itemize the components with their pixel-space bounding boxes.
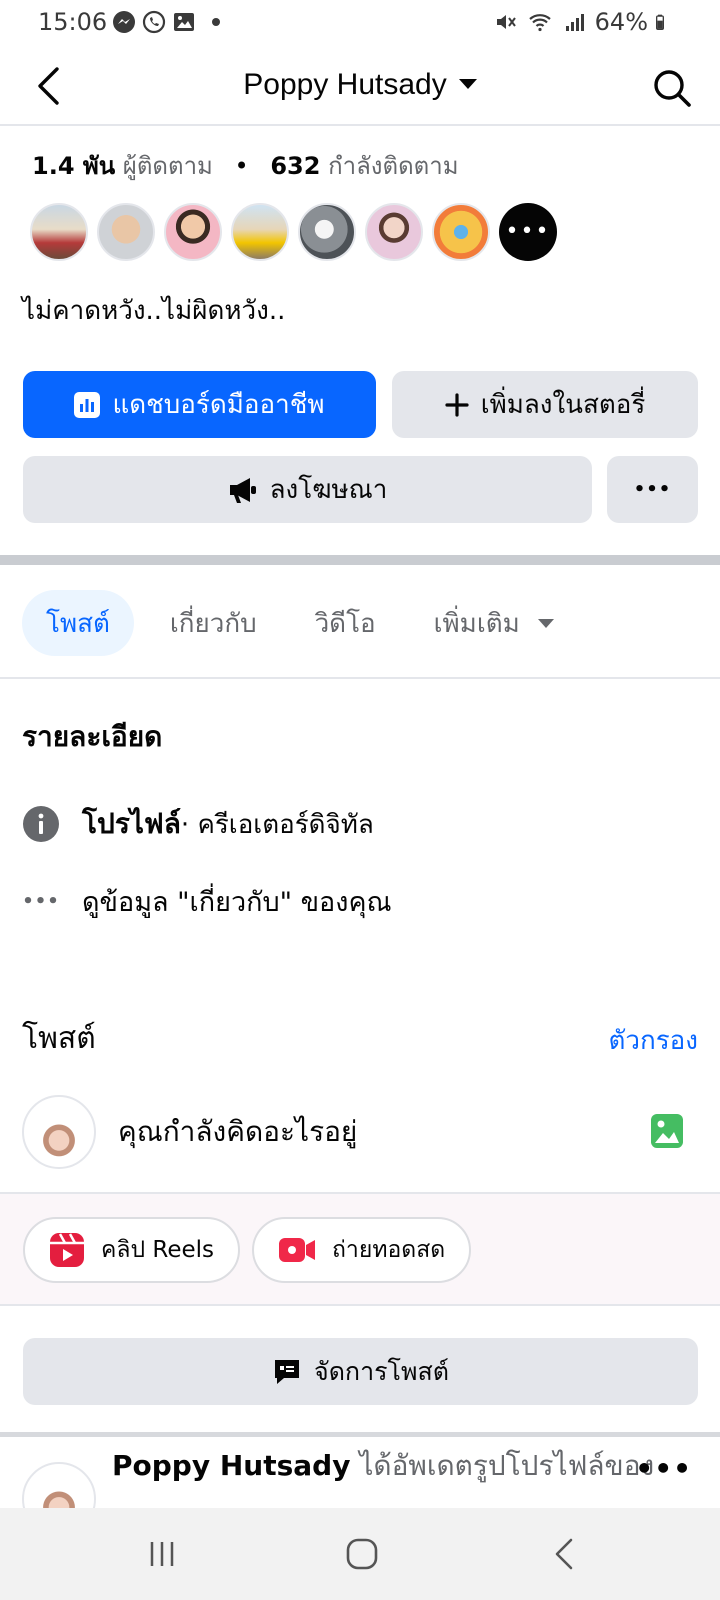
tab-videos[interactable]: วิดีโอ [291, 590, 400, 656]
friends-avatars-row: ••• [30, 203, 557, 261]
manage-posts-button[interactable]: จัดการโพสต์ [23, 1338, 698, 1405]
details-title: รายละเอียด [22, 720, 163, 753]
tab-more[interactable]: เพิ่มเติม [410, 590, 578, 656]
system-nav-bar [0, 1508, 720, 1600]
page-title: Poppy Hutsady [243, 68, 447, 101]
more-friends-button[interactable]: ••• [499, 203, 557, 261]
following-count: 632 [270, 152, 321, 180]
wifi-icon [528, 14, 551, 32]
status-time: 15:06 [38, 8, 108, 36]
gallery-icon [174, 13, 194, 31]
friend-avatar[interactable] [30, 203, 88, 261]
friend-avatar[interactable] [164, 203, 222, 261]
more-actions-button[interactable]: ••• [607, 456, 698, 523]
more-friends-label: ••• [505, 219, 551, 244]
plus-icon [445, 392, 469, 417]
search-icon[interactable] [652, 68, 692, 108]
filter-link[interactable]: ตัวกรอง [608, 1020, 698, 1061]
whatsapp-icon [142, 10, 166, 34]
mute-icon [496, 15, 516, 29]
post-action-text: ได้อัพเดตรูปโปรไฟล์ของ [350, 1449, 655, 1482]
info-icon [22, 805, 60, 843]
profile-label: โปรไฟล์ [82, 807, 181, 840]
friend-avatar[interactable] [432, 203, 490, 261]
caret-down-icon [458, 79, 477, 90]
tab-posts[interactable]: โพสต์ [22, 590, 134, 656]
battery-icon [656, 14, 664, 30]
more-dots-icon: ••• [22, 891, 60, 912]
go-live-button[interactable]: ถ่ายทอดสด [252, 1217, 472, 1283]
add-to-story-button[interactable]: เพิ่มลงในสตอรี่ [392, 371, 698, 438]
post-composer[interactable]: คุณกำลังคิดอะไรอยู่ [22, 1095, 698, 1169]
tab-label: โพสต์ [46, 608, 110, 639]
quick-actions-bar: คลิป Reels ถ่ายทอดสด [0, 1192, 720, 1306]
app-header: Poppy Hutsady [0, 50, 720, 126]
caret-down-icon [537, 618, 554, 628]
post-author[interactable]: Poppy Hutsady [112, 1449, 350, 1482]
friend-avatar[interactable] [365, 203, 423, 261]
posts-section-title: โพสต์ [22, 1021, 96, 1056]
friend-avatar[interactable] [231, 203, 289, 261]
separator-dot: • [234, 152, 249, 180]
megaphone-icon [229, 477, 256, 503]
advertise-button[interactable]: ลงโฆษณา [23, 456, 592, 523]
home-button[interactable] [338, 1530, 386, 1578]
see-about-row[interactable]: ••• ดูข้อมูล "เกี่ยวกับ" ของคุณ [22, 880, 392, 923]
follow-stats[interactable]: 1.4 พัน ผู้ติดตาม • 632 กำลังติดตาม [32, 146, 459, 185]
advertise-label: ลงโฆษณา [269, 475, 388, 505]
manage-posts-label: จัดการโพสต์ [314, 1356, 449, 1386]
chevron-left-icon [555, 1538, 573, 1570]
post-item[interactable]: Poppy Hutsady ได้อัพเดตรูปโปรไฟล์ของ ••• [0, 1434, 720, 1536]
post-headline: Poppy Hutsady ได้อัพเดตรูปโปรไฟล์ของ [112, 1444, 654, 1488]
reels-label: คลิป Reels [101, 1237, 215, 1263]
followers-label: ผู้ติดตาม [122, 152, 213, 180]
profile-category-row: โปรไฟล์ · ครีเอเตอร์ดิจิทัล [22, 802, 374, 846]
dashboard-icon [74, 391, 101, 418]
reels-icon [50, 1233, 84, 1267]
profile-tabs: โพสต์ เกี่ยวกับ วิดีโอ เพิ่มเติม [22, 590, 578, 656]
profile-category: · ครีเอเตอร์ดิจิทัล [180, 809, 374, 840]
reels-button[interactable]: คลิป Reels [23, 1217, 241, 1283]
home-icon [346, 1538, 378, 1570]
live-label: ถ่ายทอดสด [332, 1237, 446, 1263]
composer-prompt: คุณกำลังคิดอะไรอยู่ [118, 1115, 358, 1148]
section-divider [0, 555, 720, 565]
recent-apps-button[interactable] [138, 1530, 186, 1578]
tab-label: เกี่ยวกับ [169, 608, 257, 639]
battery-text: 64% [594, 8, 648, 36]
notification-dot-icon [212, 18, 220, 26]
tab-label: เพิ่มเติม [433, 608, 520, 639]
see-about-link: ดูข้อมูล "เกี่ยวกับ" ของคุณ [82, 887, 392, 918]
messenger-icon [113, 11, 135, 33]
followers-count: 1.4 พัน [32, 152, 116, 180]
following-label: กำลังติดตาม [328, 152, 459, 180]
friend-avatar[interactable] [97, 203, 155, 261]
tab-label: วิดีโอ [314, 608, 376, 639]
tabs-divider [0, 677, 720, 679]
system-back-button[interactable] [540, 1530, 588, 1578]
friend-avatar[interactable] [298, 203, 356, 261]
status-bar: 15:06 64% [0, 0, 720, 46]
add-story-label: เพิ่มลงในสตอรี่ [480, 390, 646, 420]
photo-icon[interactable] [650, 1113, 684, 1149]
manage-posts-icon [275, 1359, 300, 1384]
profile-bio: ไม่คาดหวัง..ไม่ผิดหวัง.. [22, 296, 286, 326]
dashboard-label: แดชบอร์ดมืออาชีพ [112, 390, 325, 420]
professional-dashboard-button[interactable]: แดชบอร์ดมืออาชีพ [23, 371, 376, 438]
recent-apps-icon [150, 1542, 174, 1566]
live-video-icon [279, 1238, 315, 1262]
user-avatar[interactable] [22, 1095, 96, 1169]
more-actions-label: ••• [633, 479, 672, 500]
profile-switcher[interactable]: Poppy Hutsady [0, 68, 720, 102]
post-options-button[interactable]: ••• [635, 1452, 692, 1485]
signal-icon [565, 14, 584, 31]
tab-about[interactable]: เกี่ยวกับ [146, 590, 281, 656]
